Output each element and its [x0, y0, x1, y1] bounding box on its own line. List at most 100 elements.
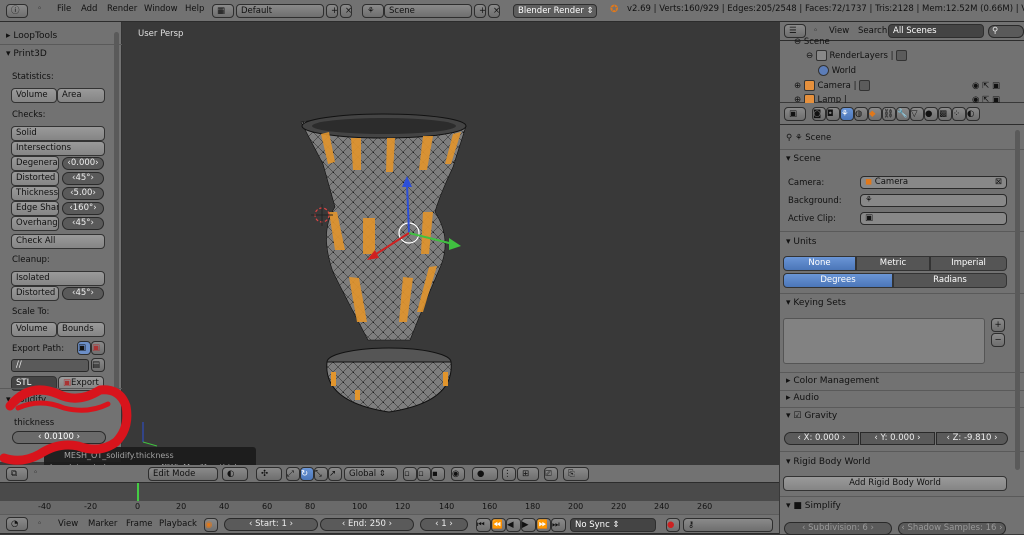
tab-render[interactable]: ◙	[812, 107, 826, 121]
looptools-panel-header[interactable]: ▸ LoopTools	[6, 31, 57, 41]
tab-modifiers[interactable]: 🔧	[896, 107, 910, 121]
area-button[interactable]: Area	[57, 88, 105, 103]
edge-sharp-button[interactable]: Edge Shar	[11, 201, 59, 216]
distorted-cleanup-button[interactable]: Distorted	[11, 286, 59, 301]
pivot-select[interactable]: ✣	[256, 467, 282, 481]
pin-icon[interactable]: ⚲	[786, 133, 792, 143]
degenerate-button[interactable]: Degenerat	[11, 156, 59, 171]
remove-layout-button[interactable]: ×	[340, 4, 352, 18]
menu-window[interactable]: Window	[144, 4, 178, 14]
timeline-menu-playback[interactable]: Playback	[159, 519, 197, 529]
end-frame-field[interactable]: ‹ End: 250 ›	[320, 518, 414, 531]
unit-metric-button[interactable]: Metric	[856, 256, 930, 271]
intersections-button[interactable]: Intersections	[11, 141, 105, 156]
scene-select[interactable]: Scene	[384, 4, 472, 18]
mode-select[interactable]: Edit Mode	[148, 467, 218, 481]
tab-constraints[interactable]: ⛓	[882, 107, 896, 121]
tab-particles[interactable]: ⁘	[952, 107, 966, 121]
manipulator-extra-button[interactable]: ↗	[328, 467, 342, 481]
next-keyframe-button[interactable]: ⏩	[536, 518, 551, 532]
render-icon-button[interactable]: ⎚	[544, 467, 558, 481]
unit-none-button[interactable]: None	[783, 256, 856, 271]
add-rigid-body-world-button[interactable]: Add Rigid Body World	[783, 476, 1007, 491]
menu-file[interactable]: File	[57, 4, 71, 14]
remove-scene-button[interactable]: ×	[488, 4, 500, 18]
distorted-button[interactable]: Distorted	[11, 171, 59, 186]
tab-scene[interactable]: ⚘	[840, 107, 854, 121]
editor-type-3dview-button[interactable]: ⧉	[6, 467, 28, 481]
gravity-x-field[interactable]: ‹ X: 0.000 ›	[784, 432, 859, 445]
start-frame-field[interactable]: ‹ Start: 1 ›	[224, 518, 318, 531]
outliner-item[interactable]: ⊖ Scene	[794, 37, 830, 47]
add-layout-button[interactable]: +	[326, 4, 338, 18]
vase-mesh-drawing[interactable]	[123, 22, 779, 462]
manipulator-translate-button[interactable]: ⤢	[286, 467, 300, 481]
keying-sets-list[interactable]	[783, 318, 985, 364]
scale-volume-button[interactable]: Volume	[11, 322, 57, 337]
folder-icon[interactable]: ▣	[77, 341, 91, 355]
thickness-field[interactable]: ‹5.00›	[62, 187, 104, 200]
scene-type-button[interactable]: ⚘	[362, 4, 384, 18]
keying-set-select[interactable]: ⚷	[683, 518, 773, 532]
outliner-item[interactable]: ⊖ RenderLayers |	[806, 50, 908, 61]
menu-render[interactable]: Render	[107, 4, 137, 14]
tab-world[interactable]: ◍	[854, 107, 868, 121]
edge-sharp-field[interactable]: ‹160°›	[62, 202, 104, 215]
visibility-eye-icon[interactable]: ◉ ⇱ ▣	[972, 81, 1000, 91]
menu-collapse-icon[interactable]: ◦	[37, 4, 42, 14]
shading-select[interactable]: ◐	[222, 467, 248, 481]
jump-end-button[interactable]: ⏭	[551, 518, 566, 532]
radians-button[interactable]: Radians	[893, 273, 1007, 288]
sync-select[interactable]: No Sync ⇕	[570, 518, 656, 532]
timeline-menu-frame[interactable]: Frame	[126, 519, 152, 529]
export-path-field[interactable]: //	[11, 359, 89, 372]
gravity-panel-header[interactable]: ▾ ☑ Gravity	[786, 411, 837, 421]
degrees-button[interactable]: Degrees	[783, 273, 893, 288]
outliner-search-field[interactable]: ⚲	[988, 25, 1024, 38]
menu-help[interactable]: Help	[185, 4, 204, 14]
overhang-field[interactable]: ‹45°›	[62, 217, 104, 230]
distorted-field[interactable]: ‹45°›	[62, 172, 104, 185]
tab-object[interactable]: ◆	[868, 107, 882, 121]
menu-add[interactable]: Add	[81, 4, 97, 14]
rigid-body-panel-header[interactable]: ▾ Rigid Body World	[786, 457, 870, 467]
color-management-panel-header[interactable]: ▸ Color Management	[786, 376, 879, 386]
scale-bounds-button[interactable]: Bounds	[57, 322, 105, 337]
shadow-samples-field[interactable]: ‹ Shadow Samples: 16 ›	[898, 522, 1006, 535]
remove-keying-set-button[interactable]: −	[991, 333, 1005, 347]
editor-type-properties-button[interactable]: ▣	[784, 107, 806, 121]
camera-field[interactable]: ◼ Camera ⊠	[860, 176, 1007, 189]
keying-sets-panel-header[interactable]: ▾ Keying Sets	[786, 298, 846, 308]
tab-texture[interactable]: ▩	[938, 107, 952, 121]
outliner-menu-view[interactable]: View	[829, 26, 849, 36]
tab-render-layers[interactable]: ◘	[826, 107, 840, 121]
snap-element-select[interactable]: ⊞	[517, 467, 539, 481]
play-button[interactable]: ▶	[521, 518, 536, 532]
simplify-checkbox[interactable]: ■	[793, 501, 802, 511]
editor-type-info-button[interactable]: ⓘ	[6, 4, 28, 18]
edge-select-button[interactable]: ▫	[417, 467, 431, 481]
timeline-menu-view[interactable]: View	[58, 519, 78, 529]
face-select-button[interactable]: ▪	[431, 467, 445, 481]
gravity-y-field[interactable]: ‹ Y: 0.000 ›	[860, 432, 935, 445]
gravity-checkbox[interactable]: ☑	[793, 411, 801, 421]
timeline-menu-marker[interactable]: Marker	[88, 519, 117, 529]
simplify-panel-header[interactable]: ▾ ■ Simplify	[786, 501, 841, 511]
outliner-menu-toggle-icon[interactable]: ◦	[813, 26, 818, 36]
outliner-item[interactable]: ⊕ Camera |	[794, 80, 871, 91]
editor-type-timeline-button[interactable]: ◔	[6, 517, 28, 531]
current-frame-field[interactable]: ‹ 1 ›	[420, 518, 468, 531]
timeline-menu-toggle-icon[interactable]: ◦	[37, 519, 42, 529]
record-button[interactable]: ●	[666, 518, 680, 532]
solid-button[interactable]: Solid	[11, 126, 105, 141]
distorted-cleanup-field[interactable]: ‹45°›	[62, 287, 104, 300]
background-field[interactable]: ⚘	[860, 194, 1007, 207]
isolated-button[interactable]: Isolated	[11, 271, 105, 286]
preview-range-button[interactable]: ◉	[204, 518, 218, 532]
vertex-select-button[interactable]: ▫	[403, 467, 417, 481]
proportional-edit-button[interactable]: ●	[472, 467, 498, 481]
layout-type-button[interactable]: ▦	[212, 4, 234, 18]
volume-button[interactable]: Volume	[11, 88, 57, 103]
add-keying-set-button[interactable]: +	[991, 318, 1005, 332]
degenerate-field[interactable]: ‹0.000›	[62, 157, 104, 170]
